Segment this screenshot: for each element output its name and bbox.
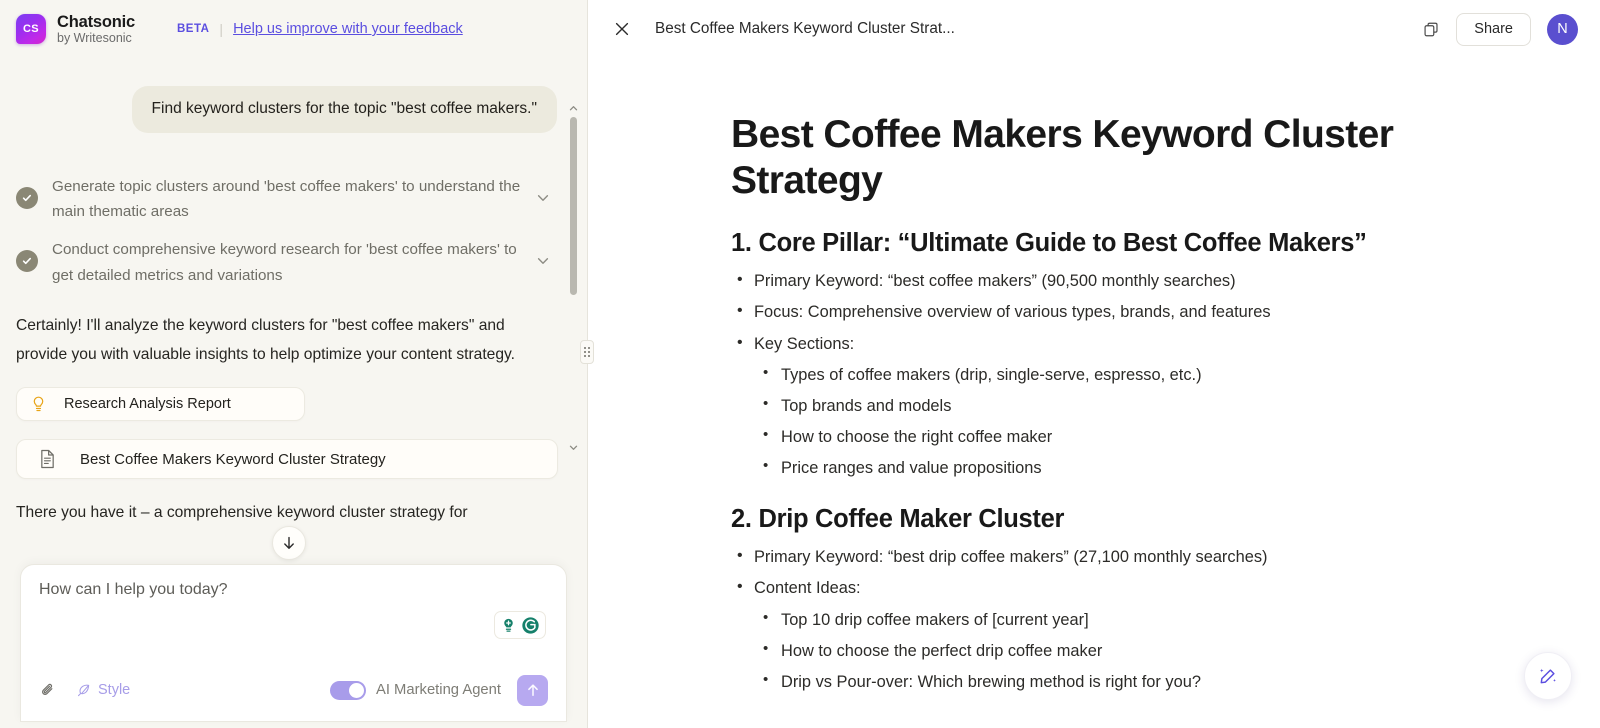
- list-item: Key Sections: Types of coffee makers (dr…: [731, 333, 1431, 480]
- share-button[interactable]: Share: [1456, 13, 1531, 46]
- message-input[interactable]: [39, 581, 548, 611]
- document-icon: [39, 449, 56, 469]
- section-heading-1: 1. Core Pillar: “Ultimate Guide to Best …: [731, 229, 1431, 258]
- assistant-intro-text: Certainly! I'll analyze the keyword clus…: [16, 312, 557, 369]
- message-composer: Style AI Marketing Agent: [20, 564, 567, 722]
- list-item: How to choose the right coffee maker: [754, 426, 1431, 448]
- list-item: Focus: Comprehensive overview of various…: [731, 301, 1431, 323]
- user-message-bubble: Find keyword clusters for the topic "bes…: [132, 86, 557, 133]
- ai-edit-floating-button[interactable]: [1524, 652, 1572, 700]
- chat-scrollbar[interactable]: [568, 104, 579, 564]
- task-item-1[interactable]: Generate topic clusters around 'best cof…: [16, 168, 557, 231]
- document-panel: Best Coffee Makers Keyword Cluster Strat…: [588, 0, 1600, 728]
- grammarly-chip[interactable]: [494, 611, 546, 639]
- attach-file-button[interactable]: [39, 682, 56, 699]
- copy-icon: [1423, 21, 1440, 38]
- list-item: Top brands and models: [754, 395, 1431, 417]
- header-divider: |: [219, 21, 223, 37]
- list-item: Top 10 drip coffee makers of [current ye…: [754, 609, 1431, 631]
- task-label: Conduct comprehensive keyword research f…: [52, 237, 527, 288]
- avatar[interactable]: N: [1547, 14, 1578, 45]
- style-label: Style: [98, 682, 130, 698]
- document-title: Best Coffee Makers Keyword Cluster Strat…: [731, 112, 1431, 203]
- feedback-link[interactable]: Help us improve with your feedback: [233, 21, 463, 37]
- section-1-list: Primary Keyword: “best coffee makers” (9…: [731, 270, 1431, 479]
- document-header-actions: Share N: [1423, 13, 1578, 46]
- scrollbar-thumb[interactable]: [570, 117, 577, 295]
- brand-header: CS Chatsonic by Writesonic BETA | Help u…: [0, 0, 587, 58]
- section-2-sublist: Top 10 drip coffee makers of [current ye…: [754, 609, 1431, 693]
- copy-button[interactable]: [1423, 21, 1440, 38]
- document-header-title: Best Coffee Makers Keyword Cluster Strat…: [655, 20, 955, 38]
- research-analysis-report-card[interactable]: Research Analysis Report: [16, 387, 305, 421]
- app-root: CS Chatsonic by Writesonic BETA | Help u…: [0, 0, 1600, 728]
- beta-badge: BETA: [177, 23, 209, 35]
- document-body: Best Coffee Makers Keyword Cluster Strat…: [588, 58, 1600, 728]
- list-item: How to choose the perfect drip coffee ma…: [754, 640, 1431, 662]
- lightbulb-plus-icon[interactable]: [500, 617, 517, 634]
- scrollbar-track[interactable]: [570, 117, 577, 440]
- send-button[interactable]: [517, 675, 548, 706]
- close-icon: [615, 22, 629, 36]
- check-icon: [16, 250, 38, 272]
- conversation-scroll-area: Find keyword clusters for the topic "bes…: [0, 58, 587, 564]
- list-item: Types of coffee makers (drip, single-ser…: [754, 364, 1431, 386]
- arrow-up-icon: [525, 682, 541, 698]
- composer-zone: Style AI Marketing Agent: [0, 564, 587, 728]
- list-item-label: Content Ideas:: [754, 579, 861, 597]
- check-icon: [16, 187, 38, 209]
- document-header: Best Coffee Makers Keyword Cluster Strat…: [588, 0, 1600, 58]
- chevron-down-icon[interactable]: [535, 253, 557, 269]
- chatsonic-logo-icon: CS: [16, 14, 46, 44]
- panel-resize-handle[interactable]: [580, 340, 594, 364]
- feather-icon: [76, 683, 91, 698]
- user-message-row: Find keyword clusters for the topic "bes…: [16, 86, 557, 133]
- lightbulb-icon: [31, 396, 46, 413]
- logo-text: CS: [23, 23, 39, 35]
- paperclip-icon: [39, 682, 56, 699]
- brand-name: Chatsonic: [57, 13, 135, 31]
- section-heading-2: 2. Drip Coffee Maker Cluster: [731, 505, 1431, 534]
- document-card[interactable]: Best Coffee Makers Keyword Cluster Strat…: [16, 439, 558, 479]
- close-document-button[interactable]: [610, 17, 634, 41]
- list-item: Content Ideas: Top 10 drip coffee makers…: [731, 577, 1431, 693]
- list-item: Price ranges and value propositions: [754, 457, 1431, 479]
- document-content: Best Coffee Makers Keyword Cluster Strat…: [731, 58, 1431, 693]
- grip-dots-icon: [584, 347, 590, 357]
- chat-panel: CS Chatsonic by Writesonic BETA | Help u…: [0, 0, 588, 728]
- arrow-down-icon: [281, 535, 297, 551]
- ai-marketing-agent-label: AI Marketing Agent: [376, 682, 501, 698]
- chevron-down-icon[interactable]: [535, 190, 557, 206]
- scroll-to-bottom-button[interactable]: [272, 526, 306, 560]
- task-list: Generate topic clusters around 'best cof…: [16, 168, 557, 294]
- style-button[interactable]: Style: [76, 682, 130, 698]
- scroll-up-arrow-icon[interactable]: [569, 104, 578, 113]
- composer-right-group: AI Marketing Agent: [330, 675, 548, 706]
- list-item: Drip vs Pour-over: Which brewing method …: [754, 671, 1431, 693]
- composer-toolbar: Style AI Marketing Agent: [39, 659, 548, 721]
- toggle-knob: [349, 683, 364, 698]
- brand-text: Chatsonic by Writesonic: [57, 13, 135, 45]
- conversation: Find keyword clusters for the topic "bes…: [0, 58, 573, 564]
- task-item-2[interactable]: Conduct comprehensive keyword research f…: [16, 231, 557, 294]
- section-2-list: Primary Keyword: “best drip coffee maker…: [731, 546, 1431, 693]
- list-item: Primary Keyword: “best coffee makers” (9…: [731, 270, 1431, 292]
- document-card-label: Best Coffee Makers Keyword Cluster Strat…: [80, 451, 386, 468]
- magic-pen-icon: [1537, 665, 1559, 687]
- list-item: Primary Keyword: “best drip coffee maker…: [731, 546, 1431, 568]
- report-card-label: Research Analysis Report: [64, 396, 231, 412]
- assistant-outro-text: There you have it – a comprehensive keyw…: [16, 499, 557, 528]
- list-item-label: Key Sections:: [754, 335, 854, 353]
- section-1-sublist: Types of coffee makers (drip, single-ser…: [754, 364, 1431, 480]
- brand-subtitle: by Writesonic: [57, 31, 135, 45]
- task-label: Generate topic clusters around 'best cof…: [52, 174, 527, 225]
- grammarly-g-icon[interactable]: [521, 616, 540, 635]
- scroll-down-arrow-icon[interactable]: [569, 443, 578, 452]
- ai-marketing-agent-toggle[interactable]: [330, 681, 366, 700]
